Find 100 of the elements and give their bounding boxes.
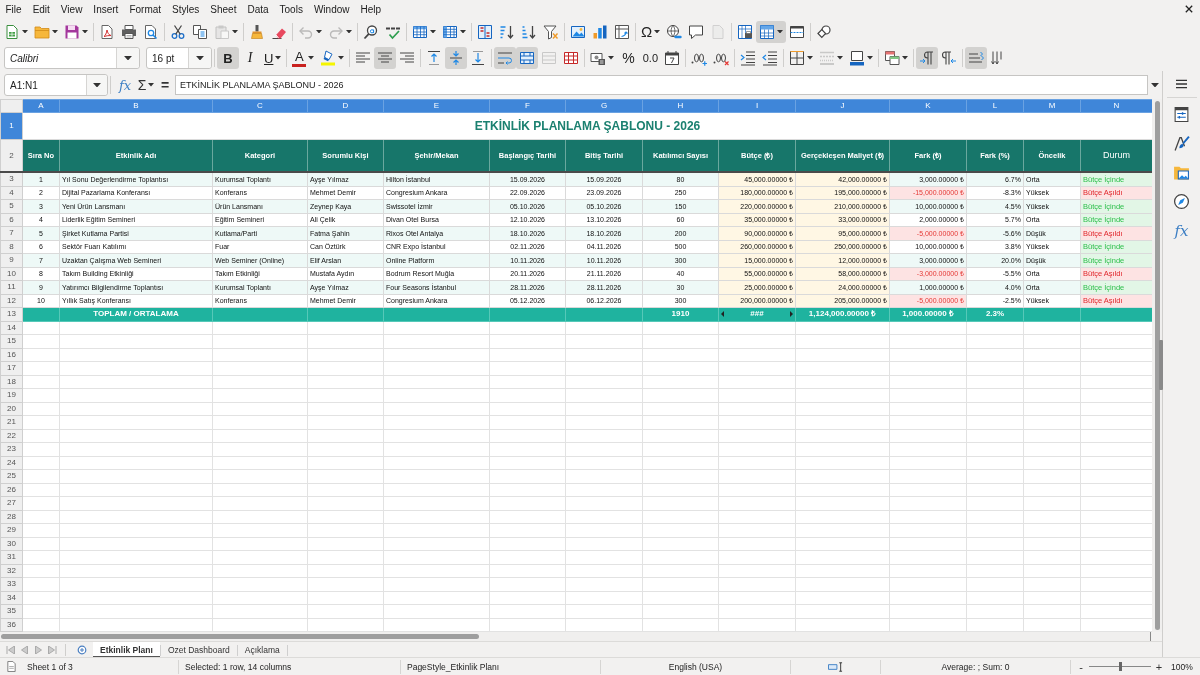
freeze-rows-button[interactable]	[756, 20, 787, 43]
align-top-icon	[426, 50, 443, 66]
split-cells-icon	[563, 50, 580, 66]
caret-icon	[196, 55, 204, 61]
sheet-tab[interactable]: Etkinlik Planı	[93, 642, 160, 658]
underline-button[interactable]: U	[261, 47, 285, 69]
zoom-in-button[interactable]: +	[1153, 660, 1165, 673]
merge-center-icon	[519, 50, 536, 66]
caret-icon	[430, 29, 436, 34]
spreadsheet-document-icon	[4, 23, 20, 40]
compass-icon	[1173, 193, 1190, 210]
caret-icon	[837, 56, 844, 60]
banknote-icon	[590, 50, 607, 66]
picture-folder-icon	[1173, 164, 1190, 181]
selection-mode-icon[interactable]	[828, 661, 843, 672]
sidebar-handle[interactable]	[1159, 340, 1163, 390]
table-rows-icon	[412, 23, 428, 40]
bold-button[interactable]: B	[217, 47, 239, 69]
menu-item[interactable]: File	[0, 3, 28, 15]
caret-icon	[346, 29, 352, 34]
shapes-icon	[816, 23, 833, 40]
formula-button[interactable]: =	[157, 75, 173, 95]
dropdown-button[interactable]	[188, 48, 211, 68]
italic-button[interactable]: I	[239, 47, 261, 69]
name-box[interactable]: A1:N1	[4, 74, 108, 96]
sheet-tab[interactable]: Açıklama	[237, 642, 287, 658]
row-header[interactable]: 1	[0, 112, 23, 140]
special-character-button[interactable]: Ω	[638, 20, 664, 43]
freeze-rows-icon	[759, 23, 776, 40]
dropdown-button[interactable]	[86, 75, 107, 95]
left-to-right-button[interactable]	[916, 47, 939, 69]
highlighter-icon	[320, 50, 337, 66]
align-left-icon	[355, 50, 372, 66]
function-wizard-button[interactable]: fx	[116, 75, 134, 95]
column-header[interactable]: L	[966, 99, 1024, 113]
zoom-out-button[interactable]: -	[1075, 660, 1087, 673]
page-icon	[710, 23, 727, 40]
menu-item[interactable]: Edit	[27, 3, 56, 15]
merge-center-button[interactable]	[516, 47, 539, 69]
column-header[interactable]: M	[1023, 99, 1081, 113]
column-header[interactable]: E	[383, 99, 490, 113]
align-center-icon	[377, 50, 394, 66]
pdf-document-icon	[99, 23, 115, 40]
column-header[interactable]: G	[565, 99, 643, 113]
menu-item[interactable]: Styles	[166, 3, 205, 15]
column-header[interactable]: B	[59, 99, 213, 113]
horizontal-text-button[interactable]	[965, 47, 988, 69]
number-format-button[interactable]: 0.0	[639, 47, 662, 69]
properties-icon	[1173, 106, 1190, 123]
align-bottom-icon	[470, 50, 487, 66]
copy-icon	[192, 23, 208, 40]
row-header[interactable]: 2	[0, 139, 23, 172]
caret-icon	[1151, 82, 1159, 88]
caret-icon	[902, 56, 909, 60]
font-name-field[interactable]: Calibri	[4, 47, 140, 69]
color-bar-icon	[292, 63, 307, 67]
language[interactable]: English (USA)	[668, 661, 723, 672]
horizontal-scrollbar[interactable]	[0, 632, 1151, 641]
zoom-level[interactable]: 100%	[1171, 661, 1193, 672]
column-header[interactable]: H	[642, 99, 719, 113]
caret-icon	[460, 29, 466, 34]
slider-thumb[interactable]	[1118, 662, 1122, 671]
column-header[interactable]: I	[718, 99, 796, 113]
column-header[interactable]: N	[1080, 99, 1152, 113]
page-style[interactable]: PageStyle_Etkinlik Planı	[407, 661, 500, 672]
menu-item[interactable]: Insert	[87, 3, 124, 15]
column-header[interactable]: F	[489, 99, 566, 113]
caret-icon	[608, 56, 615, 60]
column-header[interactable]: C	[212, 99, 308, 113]
sum-button[interactable]: Σ	[135, 75, 157, 95]
menu-item[interactable]: Tools	[274, 3, 309, 15]
formula-input[interactable]: ETKİNLİK PLANLAMA ŞABLONU - 2026	[175, 75, 1148, 95]
close-icon[interactable]	[1185, 5, 1193, 13]
column-header[interactable]: D	[307, 99, 384, 113]
functions-tab[interactable]: fx	[1167, 216, 1196, 245]
menu-item[interactable]: Data	[241, 3, 275, 15]
menu-item[interactable]: Format	[123, 3, 167, 15]
sheet-tab[interactable]: Ozet Dashboard	[160, 642, 237, 658]
caret-icon	[124, 55, 132, 61]
dropdown-button[interactable]	[116, 48, 139, 68]
sort-ascending-icon	[499, 23, 515, 40]
column-header[interactable]: A	[22, 99, 60, 113]
menu-item[interactable]: Sheet	[204, 3, 242, 15]
font-size-field[interactable]: 16 pt	[146, 47, 212, 69]
printer-icon	[121, 23, 137, 40]
menu-item[interactable]: Help	[355, 3, 387, 15]
menu-item[interactable]: View	[55, 3, 88, 15]
font-color-button[interactable]: A	[289, 47, 318, 69]
scrollbar-thumb[interactable]	[1, 634, 479, 639]
column-header[interactable]: K	[889, 99, 967, 113]
sort-descending-icon	[521, 23, 537, 40]
total-cell: ###	[750, 310, 764, 319]
pilcrow-right-icon	[919, 50, 936, 66]
menu-item[interactable]: Window	[308, 3, 355, 15]
column-header[interactable]: J	[795, 99, 890, 113]
caret-icon	[232, 29, 238, 34]
sheet-position: Sheet 1 of 3	[27, 661, 73, 672]
add-sheet-icon[interactable]	[77, 645, 87, 655]
percent-format-button[interactable]: %	[617, 47, 640, 69]
bar-chart-icon	[592, 23, 608, 40]
